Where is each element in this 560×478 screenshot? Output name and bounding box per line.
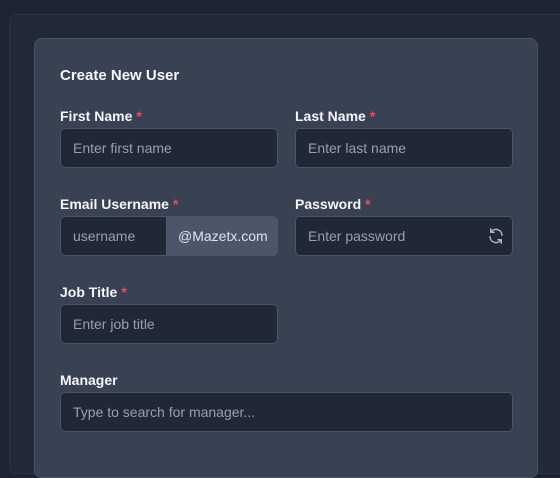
first-name-label: First Name * [60, 108, 278, 126]
email-username-label-text: Email Username [60, 196, 169, 212]
password-label-text: Password [295, 196, 362, 212]
create-user-card: Create New User First Name* Last Name* E… [34, 38, 538, 478]
email-domain-suffix: @Mazetx.com [166, 217, 277, 255]
card-title: Create New User [60, 67, 180, 84]
password-label: Password * [295, 196, 513, 214]
password-input[interactable] [295, 216, 513, 256]
required-marker: * [172, 196, 179, 212]
manager-field: Manager [60, 372, 513, 432]
refresh-icon[interactable] [487, 227, 505, 245]
job-title-field: Job Title * [60, 284, 278, 344]
password-field: Password * [295, 196, 513, 256]
job-title-input[interactable] [60, 304, 278, 344]
manager-label-text: Manager [60, 372, 118, 388]
required-marker: * [121, 284, 127, 300]
email-username-input-group: @Mazetx.com [60, 216, 278, 256]
required-marker: * [365, 196, 371, 212]
last-name-label-text: Last Name [295, 108, 366, 124]
job-title-label-text: Job Title [60, 284, 118, 300]
first-name-field: First Name * [60, 108, 278, 168]
first-name-label-text: First Name [60, 108, 133, 124]
manager-search-input[interactable] [60, 392, 513, 432]
email-username-field: Email Username* @Mazetx.com [60, 196, 278, 256]
email-username-input[interactable] [61, 217, 166, 255]
first-name-input[interactable] [60, 128, 278, 168]
last-name-input[interactable] [295, 128, 513, 168]
email-username-label: Email Username * [60, 196, 278, 214]
required-marker: * [136, 108, 142, 124]
last-name-field: Last Name * [295, 108, 513, 168]
manager-label: Manager [60, 372, 513, 390]
required-marker: * [369, 108, 376, 124]
job-title-label: Job Title * [60, 284, 278, 302]
last-name-label: Last Name * [295, 108, 513, 126]
